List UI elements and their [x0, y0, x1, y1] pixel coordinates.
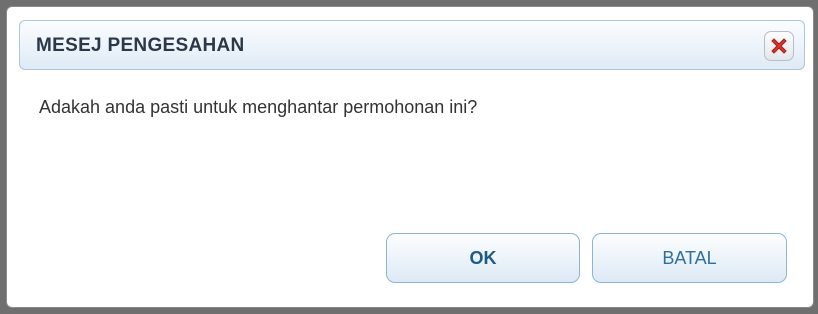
- dialog-title: MESEJ PENGESAHAN: [36, 35, 245, 56]
- dialog-titlebar: MESEJ PENGESAHAN: [19, 20, 805, 70]
- dialog-message: Adakah anda pasti untuk menghantar permo…: [39, 97, 478, 117]
- close-x-icon: [771, 38, 787, 54]
- ok-button[interactable]: OK: [386, 233, 580, 283]
- close-button[interactable]: [764, 31, 794, 61]
- cancel-button[interactable]: BATAL: [592, 233, 787, 283]
- confirmation-dialog: MESEJ PENGESAHAN Adakah anda pasti untuk…: [6, 6, 814, 308]
